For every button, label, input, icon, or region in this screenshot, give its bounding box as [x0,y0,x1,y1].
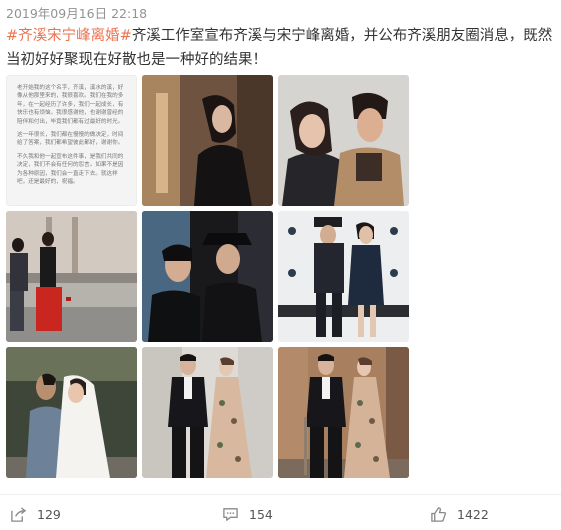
forward-button[interactable]: 129 [10,505,61,523]
note-paragraph-1: 老开始我的这个名字，齐溪，溪水的溪，好像从他那里来的，我很喜欢。我们在我的多年，… [17,85,124,125]
like-button[interactable]: 1422 [430,505,489,523]
forward-count: 129 [37,506,61,522]
comment-count: 154 [249,506,273,522]
comment-icon [223,507,238,521]
comment-button[interactable]: 154 [222,505,273,523]
forward-icon [11,506,27,522]
note-paragraph-2: 这一年很长，我们都在慢慢的做决定，时间给了答案，我们都希望彼此都好，谢谢你。 [17,132,124,147]
photo-event-backdrop[interactable] [278,211,409,342]
photo-couple-closeup[interactable] [278,75,409,206]
post-text: #齐溪宋宁峰离婚#齐溪工作室宣布齐溪与宋宁峰离婚，并公布齐溪朋友圈消息，既然当初… [6,24,554,72]
divider [0,494,561,495]
thumbs-up-icon [431,506,447,522]
photo-couple-formal[interactable] [142,347,273,478]
hashtag-link[interactable]: #齐溪宋宁峰离婚# [6,28,132,44]
photo-woman-dark-room[interactable] [142,75,273,206]
photo-grid: 老开始我的这个名字，齐溪，溪水的溪，好像从他那里来的，我很喜欢。我们在我的多年，… [6,75,409,482]
photo-street-walk[interactable] [6,211,137,342]
photo-wedding-kiss[interactable] [6,347,137,478]
post-timestamp[interactable]: 2019年09月16日 22:18 [6,3,147,22]
photo-couple-formal-walking[interactable] [278,347,409,478]
photo-couple-black-hat[interactable] [142,211,273,342]
note-paragraph-3: 不久我和他一起宣布这件事，是我们共同的决定，我们不会有任何的怨言。如果不是因为各… [17,153,124,186]
photo-note-screenshot[interactable]: 老开始我的这个名字，齐溪，溪水的溪，好像从他那里来的，我很喜欢。我们在我的多年，… [6,75,137,206]
like-count: 1422 [457,506,489,522]
